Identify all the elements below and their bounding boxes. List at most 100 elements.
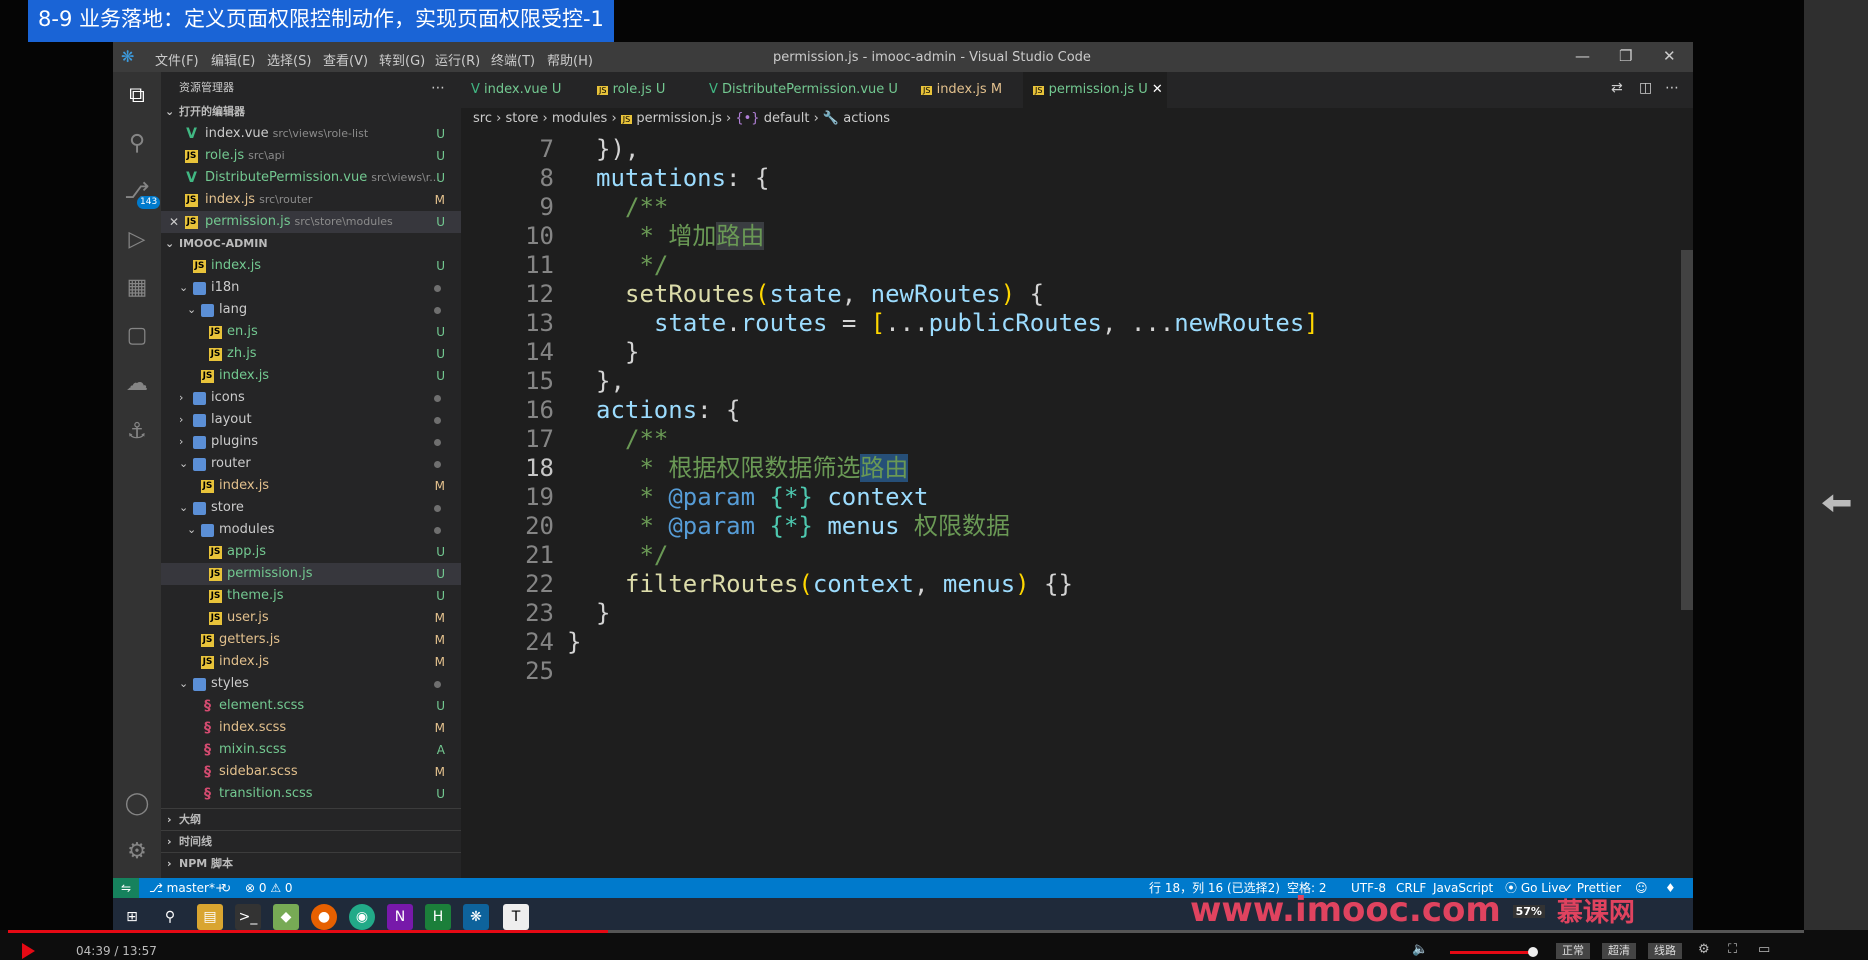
tree-file[interactable]: JS zh.js U [161,343,461,365]
tree-file[interactable]: JS theme.js U [161,585,461,607]
tree-folder[interactable]: › layout [161,409,461,431]
tree-file[interactable]: JS index.js M [161,475,461,497]
vscode-taskbar-icon[interactable]: ❋ [463,904,489,930]
open-editor-item[interactable]: Vindex.vue src\views\role-list U [161,123,461,145]
breadcrumb-item[interactable]: default [764,111,810,126]
h-app-icon[interactable]: H [425,904,451,930]
timeline-section[interactable]: › 时间线 [161,830,461,852]
terminal-icon[interactable]: >_ [235,904,261,930]
file-explorer-icon[interactable]: ▤ [197,904,223,930]
open-editor-item[interactable]: JS index.js src\router M [161,189,461,211]
route-button[interactable]: 线路 [1648,943,1682,959]
tree-folder[interactable]: ⌄ modules [161,519,461,541]
search-icon[interactable]: ⚲ [123,130,151,158]
compare-icon[interactable]: ⇄ [1611,80,1623,96]
tree-file[interactable]: JS user.js M [161,607,461,629]
tree-file[interactable]: § index.scss M [161,717,461,739]
live-share-icon[interactable]: ☁ [123,370,151,398]
firefox-icon[interactable]: ● [311,904,337,930]
volume-slider[interactable] [1450,951,1532,954]
breadcrumb-item[interactable]: modules [552,111,608,126]
editor-scrollbar[interactable] [1679,130,1693,878]
tab-role-js[interactable]: JS role.js U [587,72,699,108]
progress-track[interactable] [608,930,1804,933]
tab-index-js[interactable]: JS index.js M [911,72,1023,108]
open-editor-item-active[interactable]: ✕ JS permission.js src\store\modules U [161,211,461,233]
scroll-thumb[interactable] [1681,250,1693,610]
tree-file[interactable]: JS getters.js M [161,629,461,651]
more-actions-icon[interactable]: ⋯ [1665,80,1679,96]
tree-folder[interactable]: › icons [161,387,461,409]
open-editors-section[interactable]: ⌄ 打开的编辑器 [161,101,461,123]
extensions-icon[interactable]: ▦ [123,274,151,302]
git-branch[interactable]: ⎇ master*+ [149,878,225,898]
notifications-icon[interactable]: ♦ [1665,878,1676,898]
tree-folder[interactable]: › plugins [161,431,461,453]
tree-file[interactable]: JS app.js U [161,541,461,563]
more-actions-icon[interactable]: ⋯ [431,77,445,99]
tree-file[interactable]: JS index.js M [161,651,461,673]
minimap[interactable] [1609,130,1679,190]
progress-played[interactable] [8,930,608,933]
breadcrumb-item[interactable]: permission.js [636,111,722,126]
quality-hd-button[interactable]: 超清 [1602,943,1636,959]
remote-explorer-icon[interactable]: ▢ [123,322,151,350]
menu-view[interactable]: 查看(V) [323,50,368,69]
tree-file[interactable]: § transition.scss U [161,783,461,805]
onenote-icon[interactable]: N [387,904,413,930]
tree-file[interactable]: JS index.js U [161,365,461,387]
outline-section[interactable]: › 大纲 [161,808,461,830]
volume-handle[interactable] [1528,947,1538,957]
tree-file[interactable]: JS en.js U [161,321,461,343]
docker-icon[interactable]: ⚓ [123,418,151,446]
explorer-icon[interactable]: ⧉ [123,82,151,110]
close-icon[interactable]: ✕ [169,211,179,233]
fullscreen-icon[interactable]: ⛶ [1728,942,1737,957]
remote-icon[interactable]: ⇋ [113,878,139,898]
settings-gear-icon[interactable]: ⚙ [123,838,151,866]
typora-icon[interactable]: T [503,904,529,930]
menu-help[interactable]: 帮助(H) [547,50,593,69]
account-icon[interactable]: ◯ [123,790,151,818]
chrome-icon[interactable]: ◉ [349,904,375,930]
tree-folder[interactable]: ⌄ i18n [161,277,461,299]
npm-scripts-section[interactable]: › NPM 脚本 [161,852,461,874]
close-icon[interactable]: ✕ [1663,47,1676,65]
minimize-icon[interactable]: — [1575,47,1590,65]
git-app-icon[interactable]: ◆ [273,904,299,930]
tree-file[interactable]: § element.scss U [161,695,461,717]
code-editor[interactable]: 7}), 8 mutations: { 9/** 10 * 增加路由 11 */ … [461,132,1693,878]
tree-folder[interactable]: ⌄ router [161,453,461,475]
pip-icon[interactable]: ▭ [1758,942,1770,957]
breadcrumb-item[interactable]: store [505,111,538,126]
search-icon[interactable]: ⚲ [157,904,183,930]
tab-close-icon[interactable]: ✕ [1152,82,1163,97]
tab-index-vue[interactable]: V index.vue U [461,72,587,108]
tab-permission-js[interactable]: JS permission.js U ✕ [1023,72,1167,108]
volume-icon[interactable]: 🔈 [1412,942,1428,957]
tab-distribute-permission[interactable]: V DistributePermission.vue U [699,72,911,108]
menu-run[interactable]: 运行(R) [435,50,480,69]
tree-folder[interactable]: ⌄ lang [161,299,461,321]
tree-folder[interactable]: ⌄ store [161,497,461,519]
restore-icon[interactable]: ❐ [1619,47,1632,65]
tree-file[interactable]: § sidebar.scss M [161,761,461,783]
run-debug-icon[interactable]: ▷ [123,226,151,254]
quality-normal-button[interactable]: 正常 [1556,943,1590,959]
open-editor-item[interactable]: V DistributePermission.vue src\views\r... U [161,167,461,189]
tree-file[interactable]: JS index.js U [161,255,461,277]
breadcrumb-item[interactable]: src [473,111,492,126]
open-editor-item[interactable]: JS role.js src\api U [161,145,461,167]
tree-file[interactable]: JS permission.js U [161,563,461,585]
feedback-icon[interactable]: ☺ [1635,878,1648,898]
settings-gear-icon[interactable]: ⚙ [1698,942,1710,957]
split-editor-icon[interactable]: ◫ [1639,80,1652,96]
problems-indicator[interactable]: ⊗ 0 ⚠ 0 [245,878,293,898]
back-arrow-icon[interactable]: 🠨 [1820,484,1856,524]
windows-start-icon[interactable]: ⊞ [119,904,145,930]
menu-edit[interactable]: 编辑(E) [211,50,255,69]
menu-select[interactable]: 选择(S) [267,50,311,69]
menu-terminal[interactable]: 终端(T) [491,50,535,69]
project-section[interactable]: ⌄ IMOOC-ADMIN [161,233,461,255]
breadcrumb-item[interactable]: actions [843,111,890,126]
